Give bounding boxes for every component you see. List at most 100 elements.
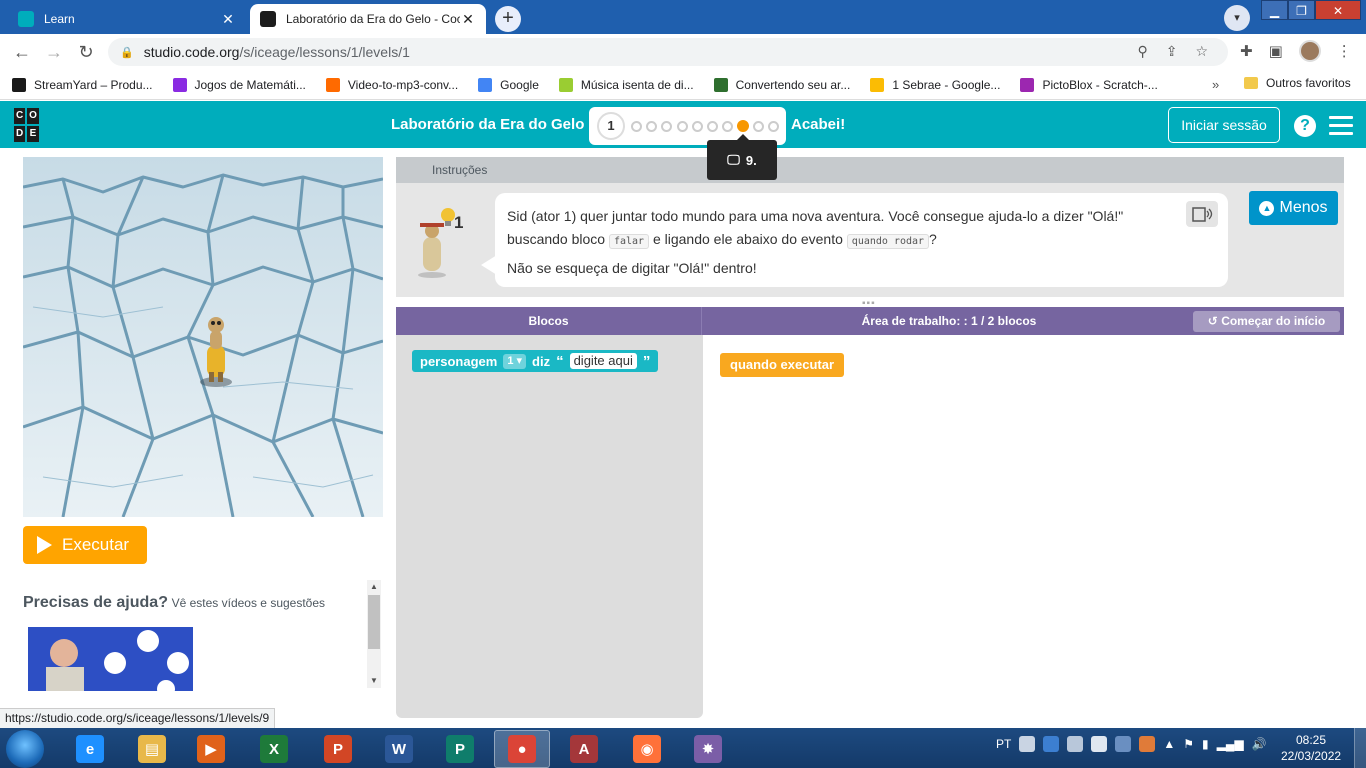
text-to-speech-button[interactable] [1186,201,1218,227]
word-icon: W [385,735,413,763]
block-workspace[interactable] [703,335,1344,718]
address-bar[interactable]: 🔒 studio.code.org /s/iceage/lessons/1/le… [108,38,1228,66]
scroll-up-icon[interactable]: ▲ [370,582,378,591]
ime-icon[interactable] [1043,736,1060,752]
run-button[interactable]: Executar [23,526,147,564]
taskbar-paint-app[interactable]: ✸ [680,730,736,768]
say-block[interactable]: personagem 1 ▾ diz “ digite aqui ” [412,350,659,372]
actor-dropdown[interactable]: 1 ▾ [503,353,527,369]
back-arrow-icon[interactable]: ← [10,40,34,64]
bookmark-convertendo[interactable]: Convertendo seu ar... [713,77,850,92]
chrome-menu-icon[interactable]: ⋮ [1337,42,1352,60]
level-dot-10[interactable] [752,121,764,132]
url-path: /s/iceage/lessons/1/levels/1 [239,44,410,60]
taskbar-powerpoint[interactable]: P [310,730,366,768]
block-chip-quando-rodar: quando rodar [846,234,930,249]
level-dot-9[interactable] [737,120,750,132]
bookmark-sebrae[interactable]: 1 Sebrae - Google... [870,77,1000,92]
level-dot-2[interactable] [631,121,642,132]
flag-icon[interactable]: ⚑ [1183,737,1194,751]
side-panel-icon[interactable]: ▣ [1269,42,1283,60]
convertendo-icon [713,77,728,92]
scroll-down-icon[interactable]: ▼ [370,676,378,685]
maximize-button[interactable]: ❐ [1288,0,1315,20]
network-icon[interactable] [1067,736,1084,752]
help-icon[interactable]: ? [1294,115,1316,137]
level-1-bubble[interactable]: 1 [597,112,625,140]
extensions-puzzle-icon[interactable]: ✚ [1240,42,1253,60]
tab-search-icon[interactable]: ▾ [1224,5,1250,31]
sign-in-button[interactable]: Iniciar sessão [1168,107,1280,143]
taskbar-excel[interactable]: X [246,730,302,768]
minimize-button[interactable]: ▁ [1261,0,1288,20]
lesson-title[interactable]: Laboratório da Era do Gelo [391,116,584,133]
bookmark-google[interactable]: Google [478,77,539,92]
level-dot-7[interactable] [707,121,718,132]
taskbar-internet-explorer[interactable]: e [62,730,118,768]
volume-icon[interactable]: 🔊 [1252,737,1267,751]
bookmark-label: Jogos de Matemáti... [194,77,306,92]
show-desktop-button[interactable] [1354,728,1366,768]
show-hidden-icons[interactable]: ▲ [1163,737,1175,751]
show-less-button[interactable]: ▲ Menos [1249,191,1338,225]
scroll-thumb[interactable] [368,595,380,649]
zoom-icon[interactable]: ⚲ [1137,43,1147,60]
level-dot-4[interactable] [661,121,673,132]
power-icon[interactable]: ▮ [1202,737,1209,751]
help-scrollbar[interactable]: ▲ ▼ [367,580,381,688]
bookmark-jogos-matematica[interactable]: Jogos de Matemáti... [172,77,306,92]
close-tab-icon[interactable]: ✕ [220,11,236,28]
new-tab-button[interactable]: + [495,6,521,32]
language-indicator[interactable]: PT [996,737,1011,751]
instructions-panel: Instruções 1 Sid (ator 1) quer juntar to… [396,157,1344,297]
block-toolbox[interactable] [396,335,703,718]
bookmark-video-to-mp3[interactable]: Video-to-mp3-conv... [325,77,458,92]
taskbar-access[interactable]: A [556,730,612,768]
more-bookmarks-button[interactable]: » [1212,77,1219,92]
code-org-logo[interactable]: CO DE [14,108,52,142]
level-dot-5[interactable] [676,121,688,132]
hamburger-menu-icon[interactable] [1329,116,1353,136]
tab-learn[interactable]: Learn ✕ [8,4,246,34]
level-dot-11[interactable] [767,121,779,132]
finish-link[interactable]: Acabei! [791,116,845,133]
level-dot-3[interactable] [646,121,658,132]
firefox-icon: ◉ [633,735,661,763]
firewall-icon[interactable] [1139,736,1156,752]
start-button[interactable] [6,730,44,768]
tab-iceage-lab[interactable]: Laboratório da Era do Gelo - Coc ✕ [250,4,486,34]
say-text-field[interactable]: digite aqui [569,353,637,369]
profile-avatar[interactable] [1298,40,1321,62]
game-stage[interactable] [23,157,383,517]
block-chip-falar: falar [608,234,650,249]
help-video-thumbnail[interactable] [28,627,193,691]
level-dot-8[interactable] [722,121,734,132]
bookmark-streamyard[interactable]: StreamYard – Produ... [12,77,153,92]
close-tab-icon[interactable]: ✕ [460,11,476,28]
taskbar-word[interactable]: W [371,730,427,768]
bookmark-pictoblox[interactable]: PictoBlox - Scratch-... [1020,77,1158,92]
taskbar-publisher[interactable]: P [432,730,488,768]
taskbar-chrome[interactable]: ● [494,730,550,768]
lock-icon[interactable]: 🔒 [120,46,134,59]
taskbar-media-player[interactable]: ▶ [183,730,239,768]
bookmarks-bar: StreamYard – Produ... Jogos de Matemáti.… [0,70,1366,100]
when-run-block[interactable]: quando executar [720,353,845,377]
forward-arrow-icon[interactable]: → [42,40,66,64]
bookmark-star-icon[interactable]: ☆ [1195,43,1208,60]
other-favorites[interactable]: Outros favoritos [1244,76,1351,90]
wifi-icon[interactable] [1091,736,1108,752]
start-over-button[interactable]: ↺ Começar do início [1193,311,1340,332]
taskbar-file-explorer[interactable]: ▤ [124,730,180,768]
share-icon[interactable]: ⇪ [1166,43,1178,60]
system-clock[interactable]: 08:25 22/03/2022 [1281,732,1341,764]
keyboard-icon[interactable] [1019,736,1036,752]
signal-icon[interactable]: ▂▄▆ [1217,737,1244,751]
reload-icon[interactable]: ↻ [74,40,98,64]
close-window-button[interactable]: ✕ [1315,0,1361,20]
bluetooth-icon[interactable] [1115,736,1132,752]
level-dot-6[interactable] [691,121,703,132]
taskbar-firefox[interactable]: ◉ [619,730,675,768]
bookmark-musica[interactable]: Música isenta de di... [558,77,694,92]
close-quote: ” [642,352,651,370]
